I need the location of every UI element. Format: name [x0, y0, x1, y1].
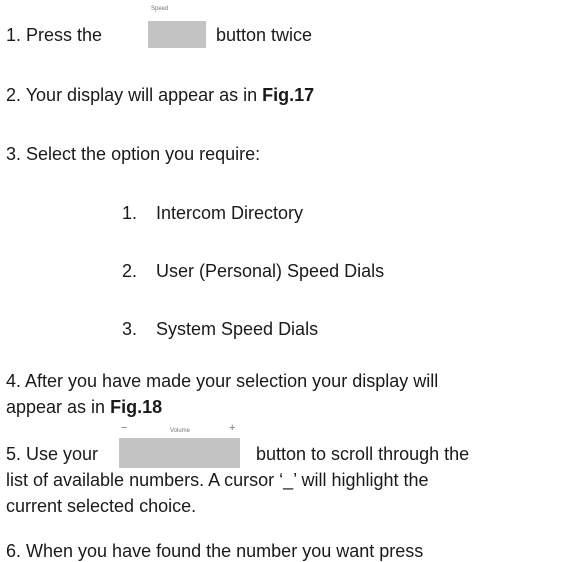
- option-number: 2.: [122, 261, 138, 281]
- step-1-prefix: 1. Press the: [6, 25, 103, 45]
- option-number: 1.: [122, 203, 138, 223]
- step-1-suffix: button twice: [216, 25, 313, 45]
- option-number: 3.: [122, 319, 138, 339]
- step-2-text: 2. Your display will appear as in: [6, 85, 258, 105]
- option-label: System Speed Dials: [156, 319, 319, 339]
- option-label: User (Personal) Speed Dials: [156, 261, 385, 281]
- step-4-line-2: appear as in Fig.18: [6, 396, 162, 418]
- speed-button-icon: [148, 21, 206, 48]
- step-5-line-3: current selected choice.: [6, 496, 197, 516]
- instructions-page: { "steps": { "s1": { "prefix": "1. Press…: [0, 0, 585, 561]
- step-3: 3. Select the option you require:: [6, 144, 261, 164]
- volume-plus-icon: +: [229, 422, 236, 434]
- volume-minus-icon: −: [121, 422, 128, 434]
- step-5-line-2: list of available numbers. A cursor ‘_’ …: [6, 470, 429, 490]
- step-4-text: appear as in: [6, 397, 106, 417]
- option-item: 1. Intercom Directory: [122, 202, 303, 224]
- step-2: 2. Your display will appear as in Fig.17: [6, 84, 314, 106]
- option-label: Intercom Directory: [156, 203, 304, 223]
- option-item: 3. System Speed Dials: [122, 318, 318, 340]
- option-item: 2. User (Personal) Speed Dials: [122, 260, 384, 282]
- step-4-line-1: 4. After you have made your selection yo…: [6, 371, 439, 391]
- volume-button-icon: [119, 438, 240, 468]
- speed-key-caption: Speed: [151, 6, 169, 12]
- fig-18-reference: Fig.18: [110, 397, 163, 417]
- step-1: 1. Press the: [6, 24, 102, 46]
- step-6-line-1: 6. When you have found the number you wa…: [6, 541, 424, 561]
- volume-key-caption: Volume: [170, 428, 191, 434]
- step-5-suffix: button to scroll through the: [256, 444, 470, 464]
- fig-17-reference: Fig.17: [262, 85, 315, 105]
- step-5-prefix: 5. Use your: [6, 444, 99, 464]
